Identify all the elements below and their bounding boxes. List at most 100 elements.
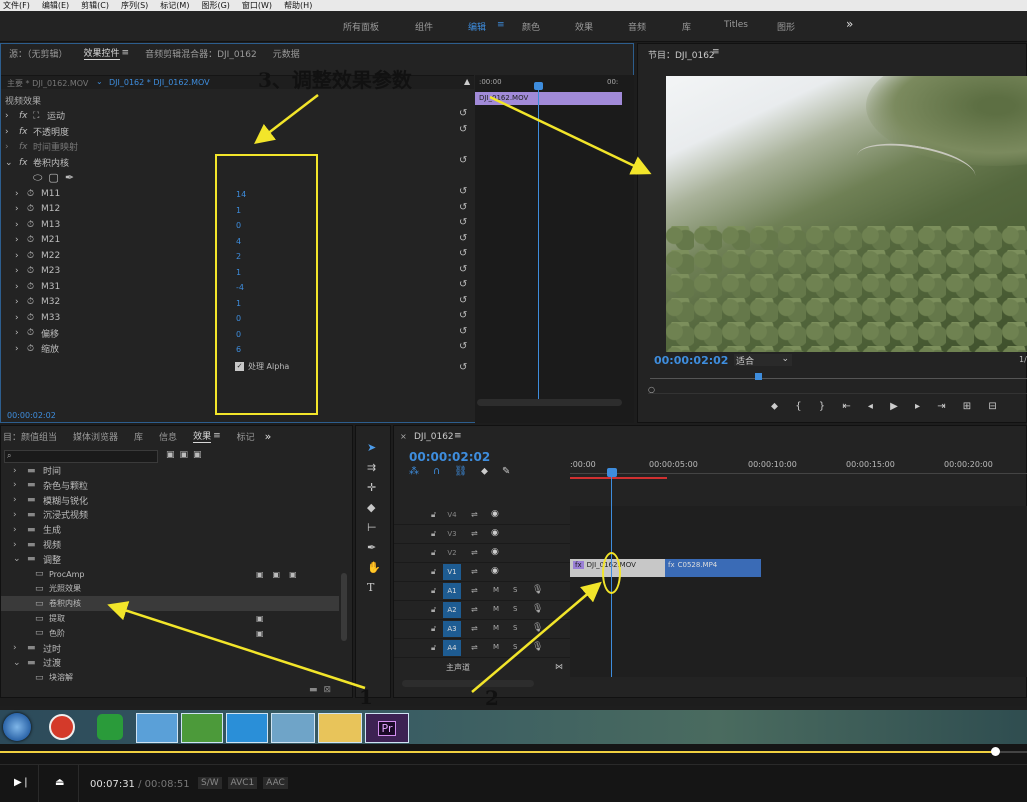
microphone-icon[interactable]: 🎙︎ — [532, 604, 543, 614]
chevron-right-icon[interactable]: › — [13, 510, 17, 520]
chevron-down-icon[interactable]: ⌄ — [96, 77, 103, 86]
chevron-right-icon[interactable]: › — [13, 643, 17, 653]
panel-overflow-button[interactable]: » — [265, 430, 272, 443]
ripple-edit-tool-icon[interactable]: ✛ — [367, 481, 376, 494]
stopwatch-icon[interactable]: ⏱ — [27, 344, 41, 354]
param-row[interactable]: › ⏱ 缩放 — [15, 341, 59, 356]
mini-clip-bar[interactable]: DJI_0162.MOV — [475, 92, 622, 105]
marker-icon[interactable]: ⬥ — [771, 401, 778, 412]
fit-dropdown[interactable]: 适合 ⌄ — [734, 354, 792, 367]
track-select-tool-icon[interactable]: ⇉ — [367, 461, 376, 474]
timeline-ruler[interactable]: :00:00 00:00:05:00 00:00:10:00 00:00:15:… — [570, 460, 1027, 482]
sync-lock-icon[interactable]: ⇌ — [471, 510, 478, 519]
menu-item[interactable]: 窗口(W) — [242, 0, 272, 11]
chevron-right-icon[interactable]: › — [15, 313, 27, 323]
reset-icon[interactable]: ↺ — [459, 362, 467, 373]
mute-button[interactable]: M — [493, 605, 499, 613]
tab-effects[interactable]: 效果 — [193, 429, 212, 443]
player-progress-rest[interactable] — [996, 751, 1027, 753]
menu-item[interactable]: 图形(G) — [201, 0, 229, 11]
chevron-right-icon[interactable]: › — [15, 220, 27, 230]
track-target[interactable]: V4 — [443, 507, 461, 523]
program-video-frame[interactable] — [666, 76, 1027, 352]
delete-icon[interactable]: ⊠ — [324, 685, 338, 695]
program-title[interactable]: 节目：DJI_0162 — [648, 48, 715, 61]
reset-icon[interactable]: ↺ — [459, 186, 467, 197]
add-marker-icon[interactable]: ⬥ — [481, 466, 502, 477]
chevron-right-icon[interactable]: › — [15, 204, 27, 214]
chevron-right-icon[interactable]: › — [13, 525, 17, 535]
timeline-playhead-handle[interactable] — [607, 468, 617, 477]
fx-icon[interactable]: fx — [19, 158, 33, 168]
track-target[interactable]: V1 — [443, 564, 461, 580]
param-row[interactable]: › ⏱ M31 — [15, 279, 60, 294]
effect-folder[interactable]: › ▬ 沉浸式视频 — [1, 507, 339, 522]
effect-item[interactable]: ▭ 卷积内核 — [1, 596, 339, 612]
razor-tool-icon[interactable]: ◆ — [367, 501, 375, 514]
effect-folder[interactable]: › ▬ 杂色与颗粒 — [1, 478, 339, 493]
eye-icon[interactable]: ◉ — [491, 547, 499, 557]
qq-bird-taskbar-icon[interactable] — [136, 713, 178, 743]
reset-icon[interactable]: ↺ — [459, 202, 467, 213]
tab-audio-mixer[interactable]: 音频剪辑混合器：DJI_0162 — [145, 47, 257, 60]
fx-icon[interactable]: fx — [19, 111, 33, 121]
workspace-titles[interactable]: Titles — [724, 20, 748, 30]
workspace-graphics[interactable]: 图形 — [777, 20, 795, 33]
nest-icon[interactable]: ⁂ — [409, 466, 433, 477]
chevron-down-icon[interactable]: ⌄ — [5, 158, 19, 168]
stopwatch-icon[interactable]: ⏱ — [27, 297, 41, 307]
effect-controls-timecode[interactable]: 00:00:02:02 — [7, 411, 56, 420]
media-player-taskbar-icon[interactable] — [49, 714, 75, 740]
effect-item[interactable]: ▭ 光照效果 — [1, 581, 339, 596]
microphone-icon[interactable]: 🎙︎ — [532, 623, 543, 633]
hand-tool-icon[interactable]: ✋ — [367, 561, 381, 574]
tab-effect-controls[interactable]: 效果控件 — [83, 46, 120, 60]
reset-icon[interactable]: ↺ — [459, 248, 467, 259]
track-lane[interactable] — [570, 582, 1027, 601]
player-progress-fill[interactable] — [0, 751, 996, 753]
param-row[interactable]: › ⏱ M22 — [15, 248, 60, 263]
workspace-assembly[interactable]: 组件 — [415, 20, 433, 33]
chevron-right-icon[interactable]: › — [15, 235, 27, 245]
folder-taskbar-icon[interactable] — [318, 713, 362, 743]
step-back-icon[interactable]: ◂ — [868, 401, 873, 412]
param-row[interactable]: › ⏱ M12 — [15, 202, 60, 217]
workspace-menu-icon[interactable]: ≡ — [497, 20, 505, 30]
cloud-taskbar-icon[interactable] — [226, 713, 268, 743]
mute-button[interactable]: M — [493, 624, 499, 632]
workspace-overflow-button[interactable]: » — [846, 17, 853, 31]
effect-item[interactable]: ▭ 块溶解 — [1, 670, 339, 683]
track-target[interactable]: A3 — [443, 621, 461, 637]
lock-icon[interactable]: 🔓︎ — [431, 510, 436, 520]
frog-taskbar-icon[interactable] — [181, 713, 223, 743]
menu-item[interactable]: 编辑(E) — [42, 0, 69, 11]
lock-icon[interactable]: 🔓︎ — [431, 643, 436, 653]
timeline-clip-c0528[interactable]: fx C0528.MP4 — [665, 559, 761, 577]
effect-item[interactable]: ▭ 提取 — [1, 611, 339, 626]
workspace-all-panels[interactable]: 所有面板 — [343, 20, 379, 33]
clip-instance-label[interactable]: DJI_0162 * DJI_0162.MOV — [109, 78, 210, 87]
track-target[interactable]: A1 — [443, 583, 461, 599]
eye-icon[interactable]: ◉ — [491, 509, 499, 519]
lock-icon[interactable]: 🔓︎ — [431, 567, 436, 577]
effect-folder[interactable]: ⌄ ▬ 过渡 — [1, 655, 339, 670]
workspace-editing[interactable]: 编辑 — [468, 20, 486, 33]
stopwatch-icon[interactable]: ⏱ — [27, 313, 41, 323]
solo-button[interactable]: S — [513, 643, 517, 651]
chevron-right-icon[interactable]: › — [15, 266, 27, 276]
effect-time-remap[interactable]: › fx 时间重映射 — [5, 139, 78, 154]
resolution-fraction[interactable]: 1/ — [1019, 355, 1027, 364]
param-row[interactable]: › ⏱ M23 — [15, 264, 60, 279]
mute-button[interactable]: M — [493, 586, 499, 594]
effect-folder[interactable]: ⌄ ▬ 调整 — [1, 552, 339, 567]
track-lane[interactable] — [570, 506, 1027, 525]
chevron-right-icon[interactable]: › — [15, 251, 27, 261]
effect-folder[interactable]: › ▬ 过时 — [1, 641, 339, 656]
workspace-color[interactable]: 颜色 — [522, 20, 540, 33]
param-row[interactable]: › ⏱ M33 — [15, 310, 60, 325]
chevron-right-icon[interactable]: › — [13, 480, 17, 490]
reset-icon[interactable]: ↺ — [459, 233, 467, 244]
reset-icon[interactable]: ↺ — [459, 279, 467, 290]
lock-icon[interactable]: 🔓︎ — [431, 624, 436, 634]
slip-tool-icon[interactable]: ⊢ — [367, 521, 377, 534]
